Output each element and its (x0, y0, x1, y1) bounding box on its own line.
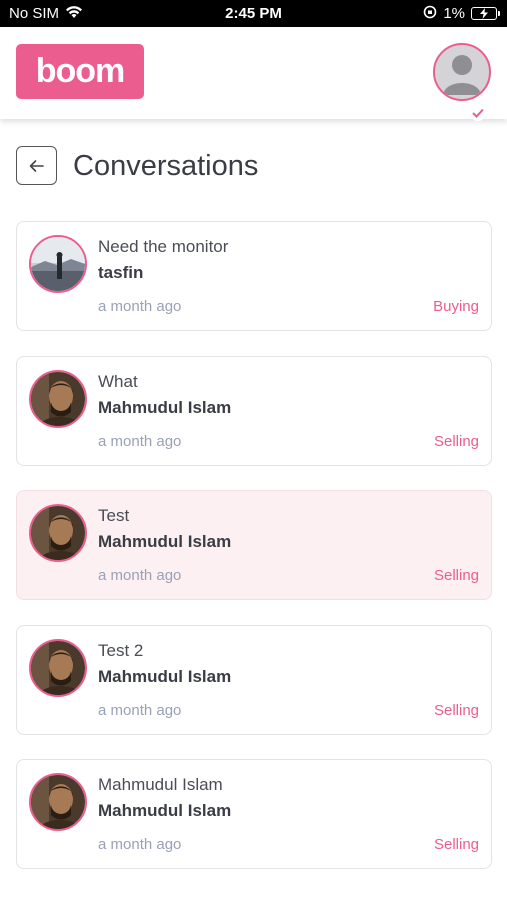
battery-percent: 1% (443, 5, 465, 22)
avatar (29, 235, 87, 293)
arrow-left-icon (29, 159, 44, 172)
conversation-subject: Test 2 (98, 640, 144, 660)
conversation-list: Need the monitor tasfin a month ago Buyi… (16, 221, 492, 894)
conversation-item[interactable]: Test Mahmudul Islam a month ago Selling (16, 490, 492, 600)
conversation-time: a month ago (98, 298, 182, 315)
conversation-subject: What (98, 371, 138, 391)
carrier-label: No SIM (9, 5, 60, 22)
battery-icon (471, 7, 500, 20)
status-left: No SIM (9, 5, 83, 23)
conversation-type-badge: Selling (433, 701, 479, 719)
status-right: 1% (423, 5, 500, 23)
conversation-time: a month ago (98, 567, 182, 584)
conversation-time: a month ago (98, 836, 182, 853)
avatar (29, 773, 87, 831)
wifi-icon (65, 5, 83, 23)
conversation-time: a month ago (98, 701, 182, 719)
profile-avatar[interactable] (433, 43, 491, 101)
conversation-subject: Test (98, 506, 130, 525)
conversation-type-badge: Selling (433, 836, 479, 853)
app-header: boom (0, 27, 507, 121)
conversation-item[interactable]: Test 2 Mahmudul Islam a month ago Sellin… (16, 624, 492, 735)
avatar (29, 638, 87, 697)
verified-check-icon (470, 105, 486, 121)
conversation-name: Mahmudul Islam (98, 666, 232, 686)
back-button[interactable] (16, 146, 57, 185)
status-bar: No SIM 2:45 PM 1% (0, 0, 507, 27)
conversation-name: tasfin (98, 263, 144, 282)
conversation-item[interactable]: What Mahmudul Islam a month ago Selling (16, 355, 492, 466)
conversation-time: a month ago (98, 432, 182, 450)
conversation-name: Mahmudul Islam (98, 801, 232, 820)
conversation-name: Mahmudul Islam (98, 532, 232, 551)
conversation-name: Mahmudul Islam (98, 397, 232, 417)
conversation-item[interactable]: Need the monitor tasfin a month ago Buyi… (16, 221, 492, 331)
conversation-item[interactable]: Mahmudul Islam Mahmudul Islam a month ag… (16, 759, 492, 869)
avatar (29, 369, 87, 428)
conversation-type-badge: Buying (433, 298, 479, 315)
conversation-subject: Mahmudul Islam (98, 775, 223, 794)
conversation-type-badge: Selling (433, 567, 479, 584)
user-silhouette-icon (443, 55, 481, 95)
boom-logo[interactable]: boom (16, 44, 144, 99)
conversation-subject: Need the monitor (98, 237, 229, 256)
avatar (29, 504, 87, 562)
page-title: Conversations (73, 150, 259, 182)
orientation-lock-icon (423, 5, 437, 23)
conversation-type-badge: Selling (433, 432, 479, 450)
